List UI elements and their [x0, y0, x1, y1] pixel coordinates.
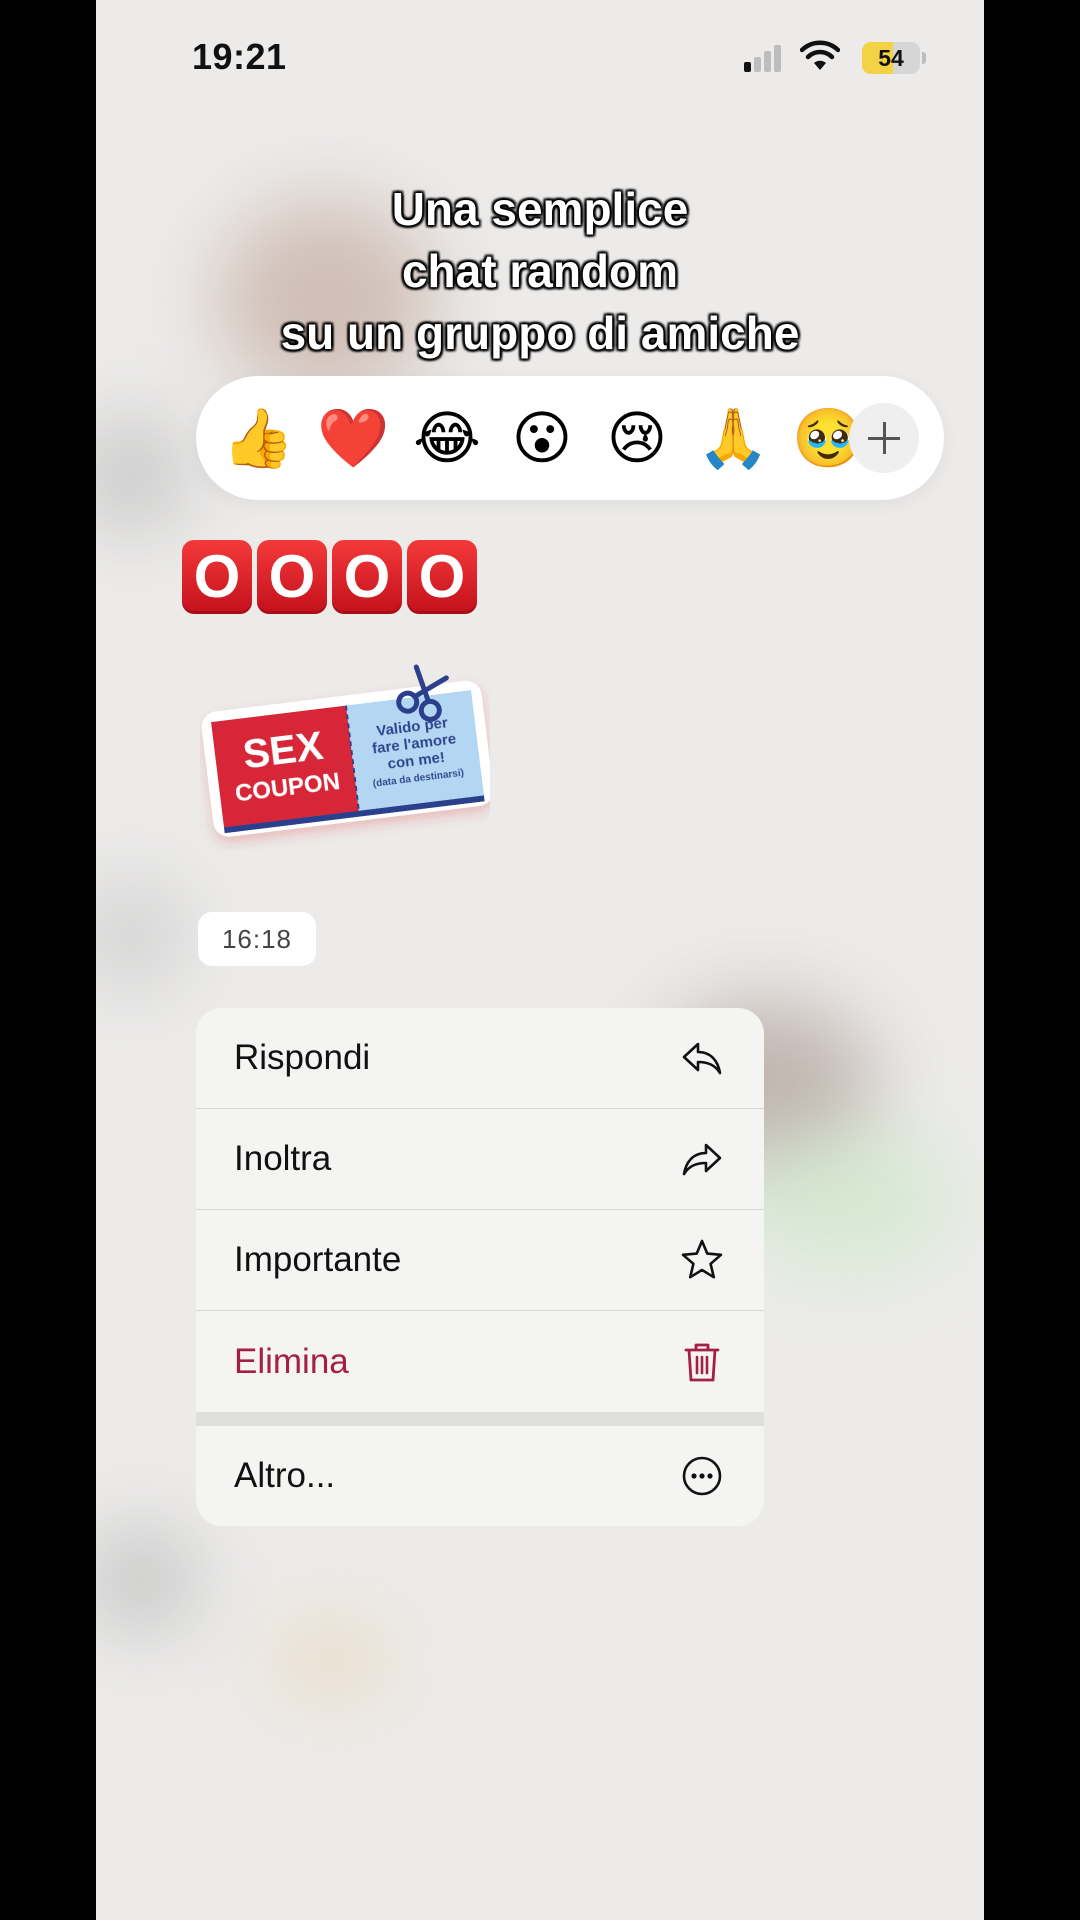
battery-tip — [922, 52, 926, 64]
menu-item-label: Importante — [234, 1240, 402, 1279]
menu-item-label: Inoltra — [234, 1139, 332, 1178]
reaction-praying[interactable]: 🙏 — [697, 404, 769, 474]
menu-item-delete[interactable]: Elimina — [196, 1311, 764, 1412]
message-timestamp: 16:18 — [198, 912, 316, 966]
forward-icon — [682, 1143, 722, 1176]
letter-o-emoji: O — [182, 540, 252, 614]
menu-item-label: Rispondi — [234, 1038, 371, 1077]
background-blur — [736, 1130, 956, 1270]
letter-o-emoji: O — [257, 540, 327, 614]
letter-o-emoji: O — [332, 540, 402, 614]
video-caption: Una semplice chat random su un gruppo di… — [96, 178, 984, 364]
trash-icon — [684, 1343, 720, 1381]
background-blur — [96, 1530, 196, 1630]
reaction-crying[interactable]: 😢 — [602, 404, 672, 474]
battery-level: 54 — [878, 45, 904, 71]
reply-icon — [682, 1042, 722, 1075]
status-time: 19:21 — [192, 36, 287, 77]
battery-icon: 54 — [862, 42, 920, 74]
background-blur — [266, 1620, 396, 1700]
reaction-bar: 👍 ❤️ 😂 😮 😢 🙏 🥹 — [196, 376, 944, 500]
reaction-thumbs-up[interactable]: 👍 — [222, 404, 294, 474]
menu-item-more[interactable]: Altro... — [196, 1426, 764, 1526]
letter-o-emoji: O — [407, 540, 477, 614]
wifi-icon — [800, 40, 840, 70]
caption-line: Una semplice — [391, 183, 689, 235]
add-reaction-icon[interactable] — [849, 403, 919, 473]
menu-item-label: Altro... — [234, 1456, 336, 1495]
background-blur — [96, 420, 186, 530]
status-bar: 19:21 54 — [96, 0, 984, 120]
caption-line: su un gruppo di amiche — [280, 307, 800, 359]
more-icon — [682, 1456, 722, 1496]
coupon-sticker[interactable]: SEX COUPON Valido per fare l'amore con m… — [200, 660, 490, 850]
cellular-signal-icon — [744, 44, 784, 72]
star-icon — [681, 1239, 723, 1279]
menu-item-reply[interactable]: Rispondi — [196, 1008, 764, 1109]
caption-line: chat random — [401, 245, 679, 297]
message-emoji-text[interactable]: O O O O — [182, 540, 482, 616]
menu-item-forward[interactable]: Inoltra — [196, 1109, 764, 1210]
reaction-heart[interactable]: ❤️ — [317, 404, 389, 474]
menu-separator — [196, 1412, 764, 1426]
menu-item-label: Elimina — [234, 1341, 349, 1381]
menu-item-star[interactable]: Importante — [196, 1210, 764, 1311]
reaction-surprised[interactable]: 😮 — [507, 404, 577, 474]
background-blur — [96, 880, 186, 990]
context-menu: Rispondi Inoltra Importante Elimina Altr… — [196, 1008, 764, 1526]
reaction-laughing[interactable]: 😂 — [412, 404, 482, 474]
phone-screen: 19:21 54 Una semplice chat random su un … — [96, 0, 984, 1920]
